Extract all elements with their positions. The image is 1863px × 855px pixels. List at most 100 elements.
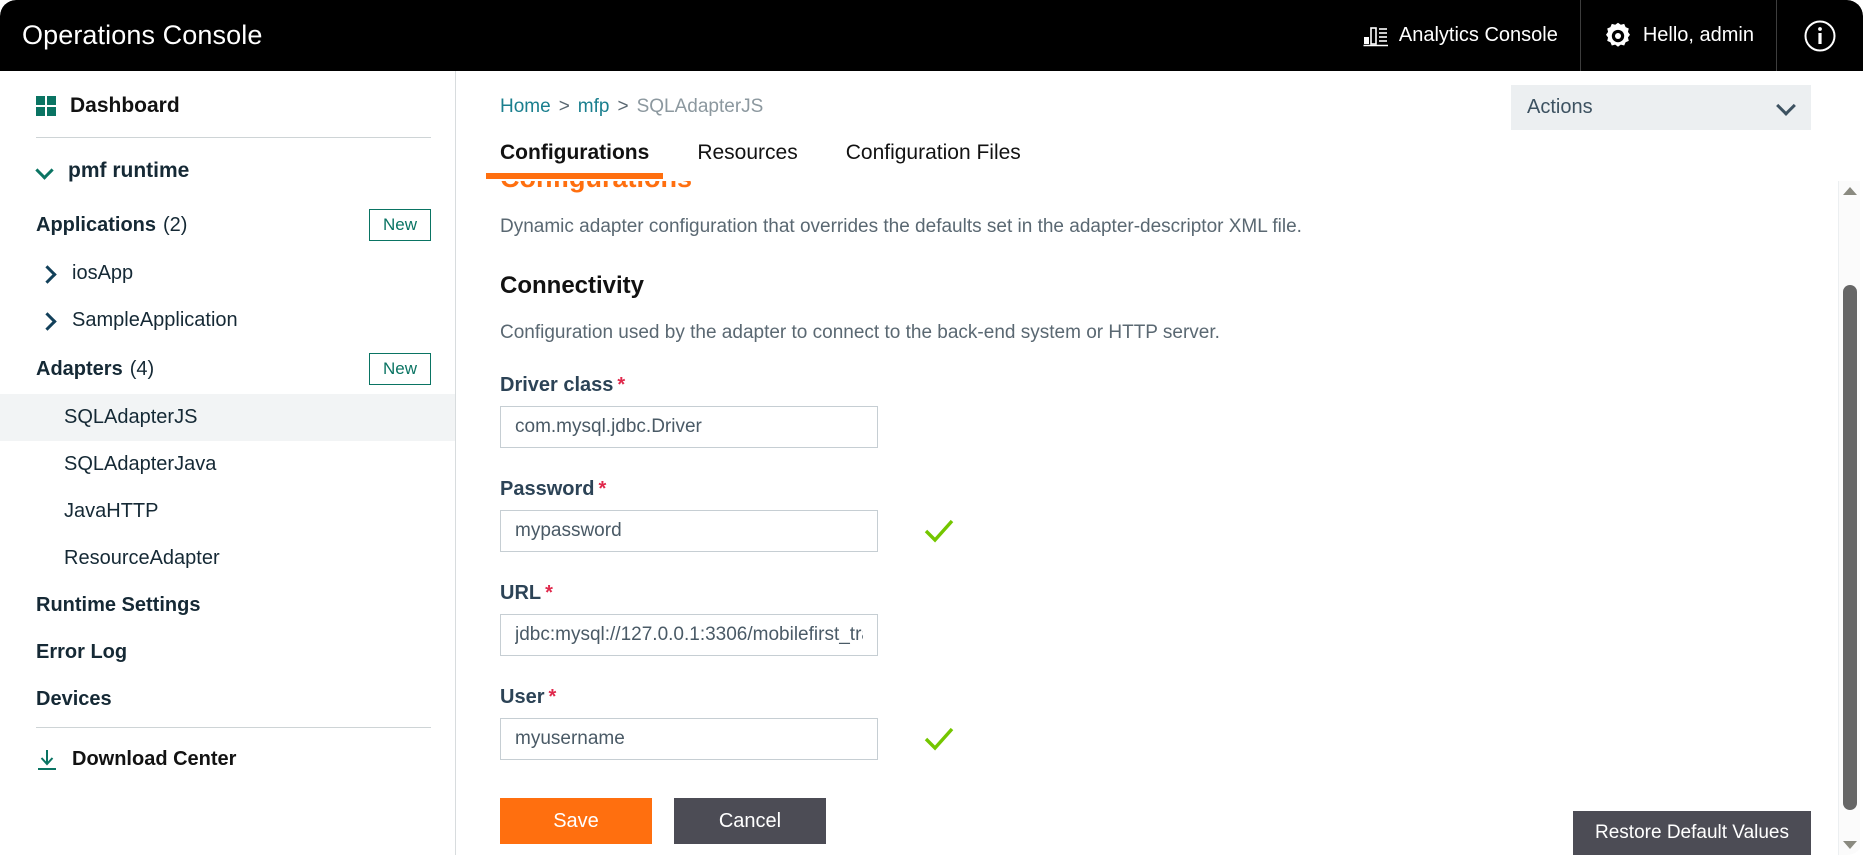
sidebar-group-adapters: Adapters (4) New bbox=[0, 344, 455, 394]
chevron-right-icon bbox=[40, 265, 58, 283]
field-driver-class: Driver class* bbox=[456, 344, 1837, 448]
sidebar-item-runtime-settings[interactable]: Runtime Settings bbox=[0, 582, 455, 629]
password-input[interactable] bbox=[500, 510, 878, 552]
breadcrumb-current: SQLAdapterJS bbox=[637, 96, 764, 117]
required-asterisk: * bbox=[598, 478, 606, 500]
breadcrumb-runtime[interactable]: mfp bbox=[578, 96, 610, 117]
cancel-button[interactable]: Cancel bbox=[674, 798, 826, 844]
field-url: URL* bbox=[456, 552, 1837, 656]
connectivity-heading: Connectivity bbox=[456, 238, 1837, 300]
connectivity-description: Configuration used by the adapter to con… bbox=[456, 300, 1837, 344]
sidebar-item-resourceadapter[interactable]: ResourceAdapter bbox=[0, 535, 455, 582]
scroll-inner: Configurations Dynamic adapter configura… bbox=[456, 181, 1837, 844]
sidebar-item-label: Devices bbox=[36, 688, 112, 711]
sidebar-item-dashboard[interactable]: Dashboard bbox=[0, 71, 455, 133]
driver-class-input[interactable] bbox=[500, 406, 878, 448]
sidebar-divider-bottom bbox=[36, 727, 431, 728]
list-item-label: ResourceAdapter bbox=[64, 547, 220, 570]
list-item-label: JavaHTTP bbox=[64, 500, 158, 523]
sidebar-item-error-log[interactable]: Error Log bbox=[0, 629, 455, 676]
user-menu-button[interactable]: Hello, admin bbox=[1580, 0, 1776, 71]
header-spacer bbox=[262, 0, 1340, 71]
sidebar-item-sqladapterjava[interactable]: SQLAdapterJava bbox=[0, 441, 455, 488]
user-greeting-label: Hello, admin bbox=[1643, 24, 1754, 47]
scroll-down-arrow[interactable] bbox=[1839, 835, 1861, 855]
applications-title: Applications bbox=[36, 214, 156, 237]
user-input[interactable] bbox=[500, 718, 878, 760]
analytics-console-button[interactable]: Analytics Console bbox=[1341, 0, 1580, 71]
save-button[interactable]: Save bbox=[500, 798, 652, 844]
info-icon bbox=[1803, 19, 1837, 53]
scroll-content-area: Configurations Dynamic adapter configura… bbox=[456, 181, 1837, 855]
sidebar: Dashboard pmf runtime Applications (2) N… bbox=[0, 71, 456, 855]
new-adapter-button[interactable]: New bbox=[369, 353, 431, 386]
sidebar-item-download-center[interactable]: Download Center bbox=[0, 732, 455, 787]
driver-class-label: Driver class bbox=[500, 374, 613, 396]
field-label: User* bbox=[500, 686, 1837, 709]
chevron-down-icon bbox=[1777, 99, 1795, 117]
sidebar-item-label: Download Center bbox=[72, 748, 236, 771]
restore-default-values-button[interactable]: Restore Default Values bbox=[1573, 811, 1811, 855]
section-description: Dynamic adapter configuration that overr… bbox=[456, 194, 1837, 238]
sidebar-item-runtime[interactable]: pmf runtime bbox=[0, 142, 455, 200]
required-asterisk: * bbox=[548, 686, 556, 708]
gear-icon bbox=[1603, 21, 1633, 51]
field-row bbox=[500, 614, 1837, 656]
tab-bar: Configurations Resources Configuration F… bbox=[456, 133, 1863, 181]
sidebar-runtime-label: pmf runtime bbox=[68, 159, 189, 183]
tab-configuration-files[interactable]: Configuration Files bbox=[846, 133, 1021, 179]
sidebar-divider-top bbox=[36, 137, 431, 138]
adapters-count: (4) bbox=[130, 358, 154, 381]
field-user: User* bbox=[456, 656, 1837, 760]
help-info-button[interactable] bbox=[1776, 0, 1863, 71]
applications-count: (2) bbox=[163, 214, 187, 237]
field-password: Password* bbox=[456, 448, 1837, 552]
field-row bbox=[500, 510, 1837, 552]
bar-chart-icon bbox=[1363, 24, 1389, 48]
url-label: URL bbox=[500, 582, 541, 604]
adapters-title: Adapters bbox=[36, 358, 123, 381]
required-asterisk: * bbox=[545, 582, 553, 604]
page-title: Configurations bbox=[456, 181, 1837, 194]
url-input[interactable] bbox=[500, 614, 878, 656]
field-row bbox=[500, 718, 1837, 760]
field-label: Password* bbox=[500, 478, 1837, 501]
tab-resources[interactable]: Resources bbox=[697, 133, 797, 179]
list-item-label: SQLAdapterJava bbox=[64, 453, 216, 476]
main-panel: Home>mfp>SQLAdapterJS Actions Configurat… bbox=[456, 71, 1863, 855]
sidebar-dashboard-label: Dashboard bbox=[70, 94, 180, 118]
sidebar-item-devices[interactable]: Devices bbox=[0, 676, 455, 723]
dashboard-grid-icon bbox=[36, 96, 56, 116]
analytics-console-label: Analytics Console bbox=[1399, 24, 1558, 47]
field-label: URL* bbox=[500, 582, 1837, 605]
new-application-button[interactable]: New bbox=[369, 209, 431, 242]
chevron-down-icon bbox=[36, 162, 54, 180]
breadcrumb: Home>mfp>SQLAdapterJS bbox=[500, 96, 763, 118]
app-title: Operations Console bbox=[0, 0, 262, 71]
sidebar-item-iosapp[interactable]: iosApp bbox=[0, 250, 455, 297]
vertical-scrollbar[interactable] bbox=[1838, 181, 1860, 855]
valid-check-icon bbox=[878, 726, 954, 752]
top-header-bar: Operations Console Analytics Console bbox=[0, 0, 1863, 71]
list-item-label: iosApp bbox=[72, 262, 133, 285]
user-label: User bbox=[500, 686, 544, 708]
required-asterisk: * bbox=[617, 374, 625, 396]
app-window: Operations Console Analytics Console bbox=[0, 0, 1863, 855]
list-item-label: SQLAdapterJS bbox=[64, 406, 197, 429]
sidebar-item-sampleapplication[interactable]: SampleApplication bbox=[0, 297, 455, 344]
sidebar-group-applications: Applications (2) New bbox=[0, 200, 455, 250]
scrollbar-thumb[interactable] bbox=[1843, 285, 1857, 810]
sidebar-item-label: Error Log bbox=[36, 641, 127, 664]
breadcrumb-separator: > bbox=[617, 96, 628, 117]
sidebar-item-label: Runtime Settings bbox=[36, 594, 200, 617]
list-item-label: SampleApplication bbox=[72, 309, 238, 332]
sidebar-item-sqladapterjs[interactable]: SQLAdapterJS bbox=[0, 394, 455, 441]
actions-dropdown[interactable]: Actions bbox=[1511, 85, 1811, 130]
content-body: Dashboard pmf runtime Applications (2) N… bbox=[0, 71, 1863, 855]
scroll-up-arrow[interactable] bbox=[1839, 181, 1861, 201]
sidebar-item-javahttp[interactable]: JavaHTTP bbox=[0, 488, 455, 535]
download-icon bbox=[36, 749, 72, 771]
field-row bbox=[500, 406, 1837, 448]
breadcrumb-home[interactable]: Home bbox=[500, 96, 551, 117]
tab-configurations[interactable]: Configurations bbox=[500, 133, 649, 179]
